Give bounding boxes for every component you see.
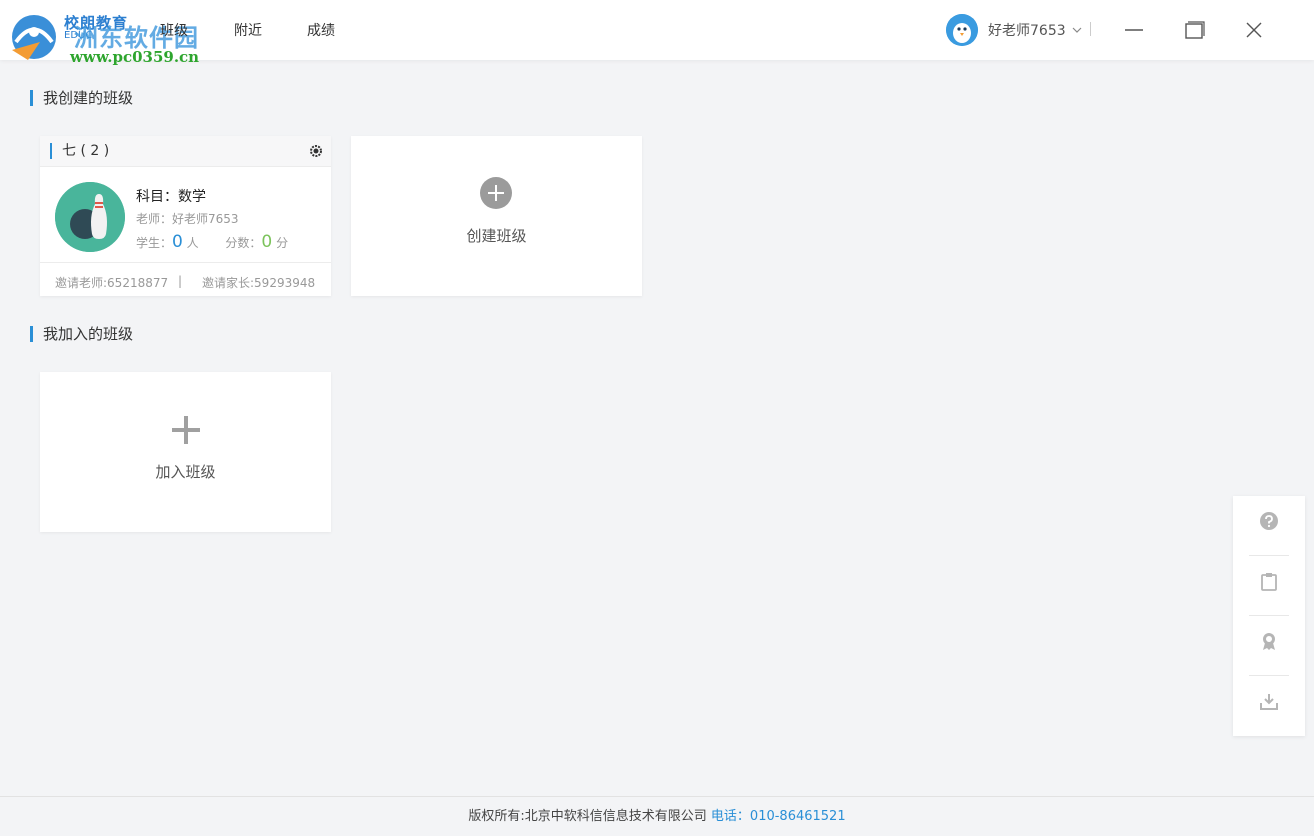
user-menu[interactable]: 好老师7653 (946, 14, 1082, 46)
help-button[interactable] (1233, 496, 1305, 556)
create-class-button[interactable]: 创建班级 (351, 136, 642, 296)
clipboard-button[interactable] (1233, 556, 1305, 616)
footer: 版权所有:北京中软科信信息技术有限公司 电话：010-86461521 (0, 796, 1314, 836)
avatar[interactable] (946, 14, 978, 46)
user-name[interactable]: 好老师7653 (988, 20, 1066, 40)
create-class-label: 创建班级 (466, 227, 527, 245)
download-icon (1260, 694, 1278, 710)
chevron-down-icon[interactable] (1072, 25, 1082, 35)
copyright-text: 版权所有:北京中软科信信息技术有限公司 (468, 809, 707, 824)
nav-item-scores[interactable]: 成绩 (307, 20, 335, 40)
divider (1090, 22, 1091, 36)
join-class-button[interactable]: 加入班级 (40, 372, 331, 532)
phone-text: 电话：010-86461521 (710, 809, 846, 824)
bowling-icon (55, 182, 125, 252)
class-avatar (55, 182, 125, 252)
award-icon (1263, 633, 1275, 650)
class-name: 七 ( 2 ) (50, 143, 109, 159)
section-title-joined: 我加入的班级 (30, 326, 133, 342)
students-unit: 人 (186, 236, 199, 250)
close-icon[interactable] (1240, 16, 1268, 44)
section-title-created: 我创建的班级 (30, 90, 133, 106)
plus-icon (172, 416, 200, 444)
class-card-header: 七 ( 2 ) (40, 136, 331, 167)
plus-circle-icon (480, 177, 512, 209)
nav-item-nearby[interactable]: 附近 (234, 20, 262, 40)
maximize-icon[interactable] (1180, 16, 1208, 44)
logo-icon (12, 15, 56, 60)
top-bar: 校朗教育 EDUC 洲东软件园 www.pc0359.cn 班级 附近 成绩 好… (0, 0, 1314, 66)
class-subject: 科目：数学 (136, 189, 206, 205)
gear-icon[interactable] (309, 144, 323, 158)
score-value: 0 (261, 232, 273, 252)
penguin-avatar-icon (946, 14, 978, 46)
class-teacher: 老师：好老师7653 (136, 212, 239, 226)
help-icon (1260, 512, 1278, 530)
join-class-label: 加入班级 (155, 463, 216, 481)
download-button[interactable] (1233, 676, 1305, 736)
clipboard-icon (1261, 573, 1277, 591)
class-card-footer: 邀请老师:65218877 | 邀请家长:59293948 (40, 262, 331, 296)
score-label: 分数： (225, 236, 262, 250)
invite-parent-code: 邀请家长:59293948 (202, 276, 316, 290)
footer-divider: | (178, 274, 183, 288)
watermark-url: www.pc0359.cn (70, 48, 200, 66)
invite-teacher-code: 邀请老师:65218877 (55, 276, 169, 290)
nav-item-class[interactable]: 班级 (160, 20, 188, 40)
class-card[interactable]: 七 ( 2 ) 科目：数学 老师：好老师7653 学生：0 人 分数：0 分 邀… (40, 136, 331, 296)
class-stats: 学生：0 人 分数：0 分 (136, 232, 288, 252)
students-count: 0 (172, 232, 183, 252)
award-button[interactable] (1233, 616, 1305, 676)
minimize-icon[interactable] (1120, 16, 1148, 44)
side-toolbar (1233, 496, 1305, 736)
score-unit: 分 (276, 236, 289, 250)
students-label: 学生： (136, 236, 173, 250)
